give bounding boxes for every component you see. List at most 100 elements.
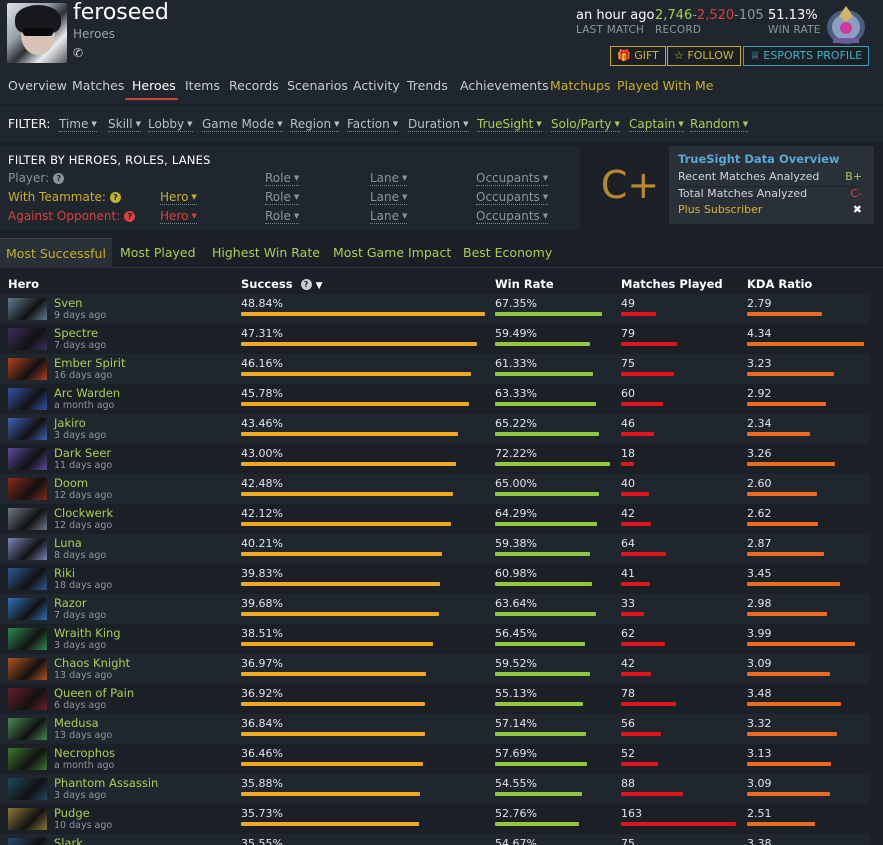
- filter-skill[interactable]: Skill ▼: [108, 117, 141, 132]
- hero-portrait-icon[interactable]: [8, 298, 47, 320]
- table-row[interactable]: Luna 8 days ago 40.21% 59.38% 64 2.87: [0, 534, 870, 564]
- opponent-lane-dropdown[interactable]: Lane ▼: [370, 209, 408, 224]
- table-row[interactable]: Wraith King 3 days ago 38.51% 56.45% 62 3.99: [0, 624, 870, 654]
- follow-button[interactable]: ☆ FOLLOW: [667, 46, 741, 66]
- tab-matchups[interactable]: Matchups: [550, 78, 611, 93]
- hero-portrait-icon[interactable]: [8, 418, 47, 440]
- table-row[interactable]: Spectre 7 days ago 47.31% 59.49% 79 4.34: [0, 324, 870, 354]
- teammate-occupants-dropdown[interactable]: Occupants ▼: [476, 190, 549, 205]
- table-row[interactable]: Riki 18 days ago 39.83% 60.98% 41 3.45: [0, 564, 870, 594]
- subtab-best-economy[interactable]: Best Economy: [463, 238, 552, 268]
- teammate-role-dropdown[interactable]: Role ▼: [265, 190, 300, 205]
- opponent-role-dropdown[interactable]: Role ▼: [265, 209, 300, 224]
- column-header-hero[interactable]: Hero: [8, 277, 39, 291]
- hero-name[interactable]: Arc Warden: [54, 386, 120, 400]
- tab-overview[interactable]: Overview: [8, 78, 67, 93]
- filter-lobby[interactable]: Lobby ▼: [148, 117, 193, 132]
- phone-icon[interactable]: ✆: [73, 46, 83, 60]
- hero-portrait-icon[interactable]: [8, 718, 47, 740]
- tab-trends[interactable]: Trends: [407, 78, 448, 93]
- table-row[interactable]: Pudge 10 days ago 35.73% 52.76% 163 2.51: [0, 804, 870, 834]
- subtab-most-played[interactable]: Most Played: [120, 238, 196, 268]
- avatar[interactable]: [7, 3, 67, 63]
- table-row[interactable]: Chaos Knight 13 days ago 36.97% 59.52% 42 3.0…: [0, 654, 870, 684]
- tab-activity[interactable]: Activity: [353, 78, 400, 93]
- tab-items[interactable]: Items: [185, 78, 220, 93]
- filter-solo-party[interactable]: Solo/Party ▼: [551, 117, 620, 132]
- plus-subscriber[interactable]: Plus Subscriber ✖: [678, 203, 862, 216]
- filter-region[interactable]: Region ▼: [290, 117, 340, 132]
- hero-name[interactable]: Phantom Assassin: [54, 776, 158, 790]
- rank-medal-icon[interactable]: [823, 2, 869, 46]
- hero-name[interactable]: Slark: [54, 836, 83, 845]
- help-icon[interactable]: ?: [109, 192, 121, 203]
- hero-name[interactable]: Luna: [54, 536, 82, 550]
- teammate-hero-dropdown[interactable]: Hero ▼: [160, 190, 197, 205]
- filter-captain[interactable]: Captain ▼: [629, 117, 684, 132]
- hero-name[interactable]: Queen of Pain: [54, 686, 134, 700]
- hero-name[interactable]: Necrophos: [54, 746, 115, 760]
- filter-duration[interactable]: Duration ▼: [408, 117, 469, 132]
- help-icon[interactable]: ?: [300, 279, 312, 290]
- hero-portrait-icon[interactable]: [8, 538, 47, 560]
- table-row[interactable]: Razor 7 days ago 39.68% 63.64% 33 2.98: [0, 594, 870, 624]
- table-row[interactable]: Queen of Pain 6 days ago 36.92% 55.13% 78 3.4…: [0, 684, 870, 714]
- subtab-most-game-impact[interactable]: Most Game Impact: [333, 238, 451, 268]
- filter-truesight[interactable]: TrueSight ▼: [477, 117, 542, 132]
- subtab-most-successful[interactable]: Most Successful: [0, 238, 112, 268]
- tab-scenarios[interactable]: Scenarios: [287, 78, 348, 93]
- table-row[interactable]: Ember Spirit 16 days ago 46.16% 61.33% 75 3.2…: [0, 354, 870, 384]
- column-header-success[interactable]: Success ? ▼: [241, 277, 323, 291]
- hero-portrait-icon[interactable]: [8, 838, 47, 845]
- table-row[interactable]: Jakiro 3 days ago 43.46% 65.22% 46 2.34: [0, 414, 870, 444]
- hero-name[interactable]: Ember Spirit: [54, 356, 125, 370]
- opponent-occupants-dropdown[interactable]: Occupants ▼: [476, 209, 549, 224]
- hero-portrait-icon[interactable]: [8, 388, 47, 410]
- hero-portrait-icon[interactable]: [8, 778, 47, 800]
- tab-achievements[interactable]: Achievements: [460, 78, 549, 93]
- player-occupants-dropdown[interactable]: Occupants ▼: [476, 171, 549, 186]
- hero-name[interactable]: Wraith King: [54, 626, 121, 640]
- hero-name[interactable]: Medusa: [54, 716, 99, 730]
- hero-portrait-icon[interactable]: [8, 598, 47, 620]
- hero-name[interactable]: Riki: [54, 566, 75, 580]
- player-role-dropdown[interactable]: Role ▼: [265, 171, 300, 186]
- truesight-title[interactable]: TrueSight Data Overview: [678, 152, 840, 166]
- hero-portrait-icon[interactable]: [8, 478, 47, 500]
- filter-random[interactable]: Random ▼: [690, 117, 749, 132]
- hero-portrait-icon[interactable]: [8, 628, 47, 650]
- esports-profile-button[interactable]: ♕ ESPORTS PROFILE: [743, 46, 870, 66]
- table-row[interactable]: Sven 9 days ago 48.84% 67.35% 49 2.79: [0, 294, 870, 324]
- hero-name[interactable]: Pudge: [54, 806, 90, 820]
- table-row[interactable]: Slark 35.55% 54.67% 75 3.38: [0, 834, 870, 845]
- hero-name[interactable]: Clockwerk: [54, 506, 113, 520]
- hero-portrait-icon[interactable]: [8, 328, 47, 350]
- hero-portrait-icon[interactable]: [8, 568, 47, 590]
- help-icon[interactable]: ?: [53, 173, 65, 184]
- hero-name[interactable]: Jakiro: [54, 416, 86, 430]
- hero-name[interactable]: Chaos Knight: [54, 656, 130, 670]
- player-lane-dropdown[interactable]: Lane ▼: [370, 171, 408, 186]
- column-header-kda-ratio[interactable]: KDA Ratio: [747, 277, 812, 291]
- filter-faction[interactable]: Faction ▼: [347, 117, 399, 132]
- tab-matches[interactable]: Matches: [72, 78, 124, 93]
- table-row[interactable]: Medusa 13 days ago 36.84% 57.14% 56 3.32: [0, 714, 870, 744]
- teammate-lane-dropdown[interactable]: Lane ▼: [370, 190, 408, 205]
- table-row[interactable]: Dark Seer 11 days ago 43.00% 72.22% 18 3.26: [0, 444, 870, 474]
- hero-name[interactable]: Spectre: [54, 326, 98, 340]
- tab-heroes[interactable]: Heroes: [132, 78, 176, 93]
- filter-time[interactable]: Time ▼: [59, 117, 97, 132]
- hero-portrait-icon[interactable]: [8, 658, 47, 680]
- gift-button[interactable]: 🎁 GIFT: [610, 46, 666, 66]
- hero-portrait-icon[interactable]: [8, 448, 47, 470]
- tab-records[interactable]: Records: [229, 78, 279, 93]
- hero-name[interactable]: Sven: [54, 296, 82, 310]
- hero-portrait-icon[interactable]: [8, 358, 47, 380]
- table-row[interactable]: Arc Warden a month ago 45.78% 63.33% 60 2.92: [0, 384, 870, 414]
- hero-portrait-icon[interactable]: [8, 748, 47, 770]
- table-row[interactable]: Doom 12 days ago 42.48% 65.00% 40 2.60: [0, 474, 870, 504]
- table-row[interactable]: Phantom Assassin 3 days ago 35.88% 54.55% 88…: [0, 774, 870, 804]
- table-row[interactable]: Clockwerk 12 days ago 42.12% 64.29% 42 2.62: [0, 504, 870, 534]
- hero-portrait-icon[interactable]: [8, 688, 47, 710]
- opponent-hero-dropdown[interactable]: Hero ▼: [160, 209, 197, 224]
